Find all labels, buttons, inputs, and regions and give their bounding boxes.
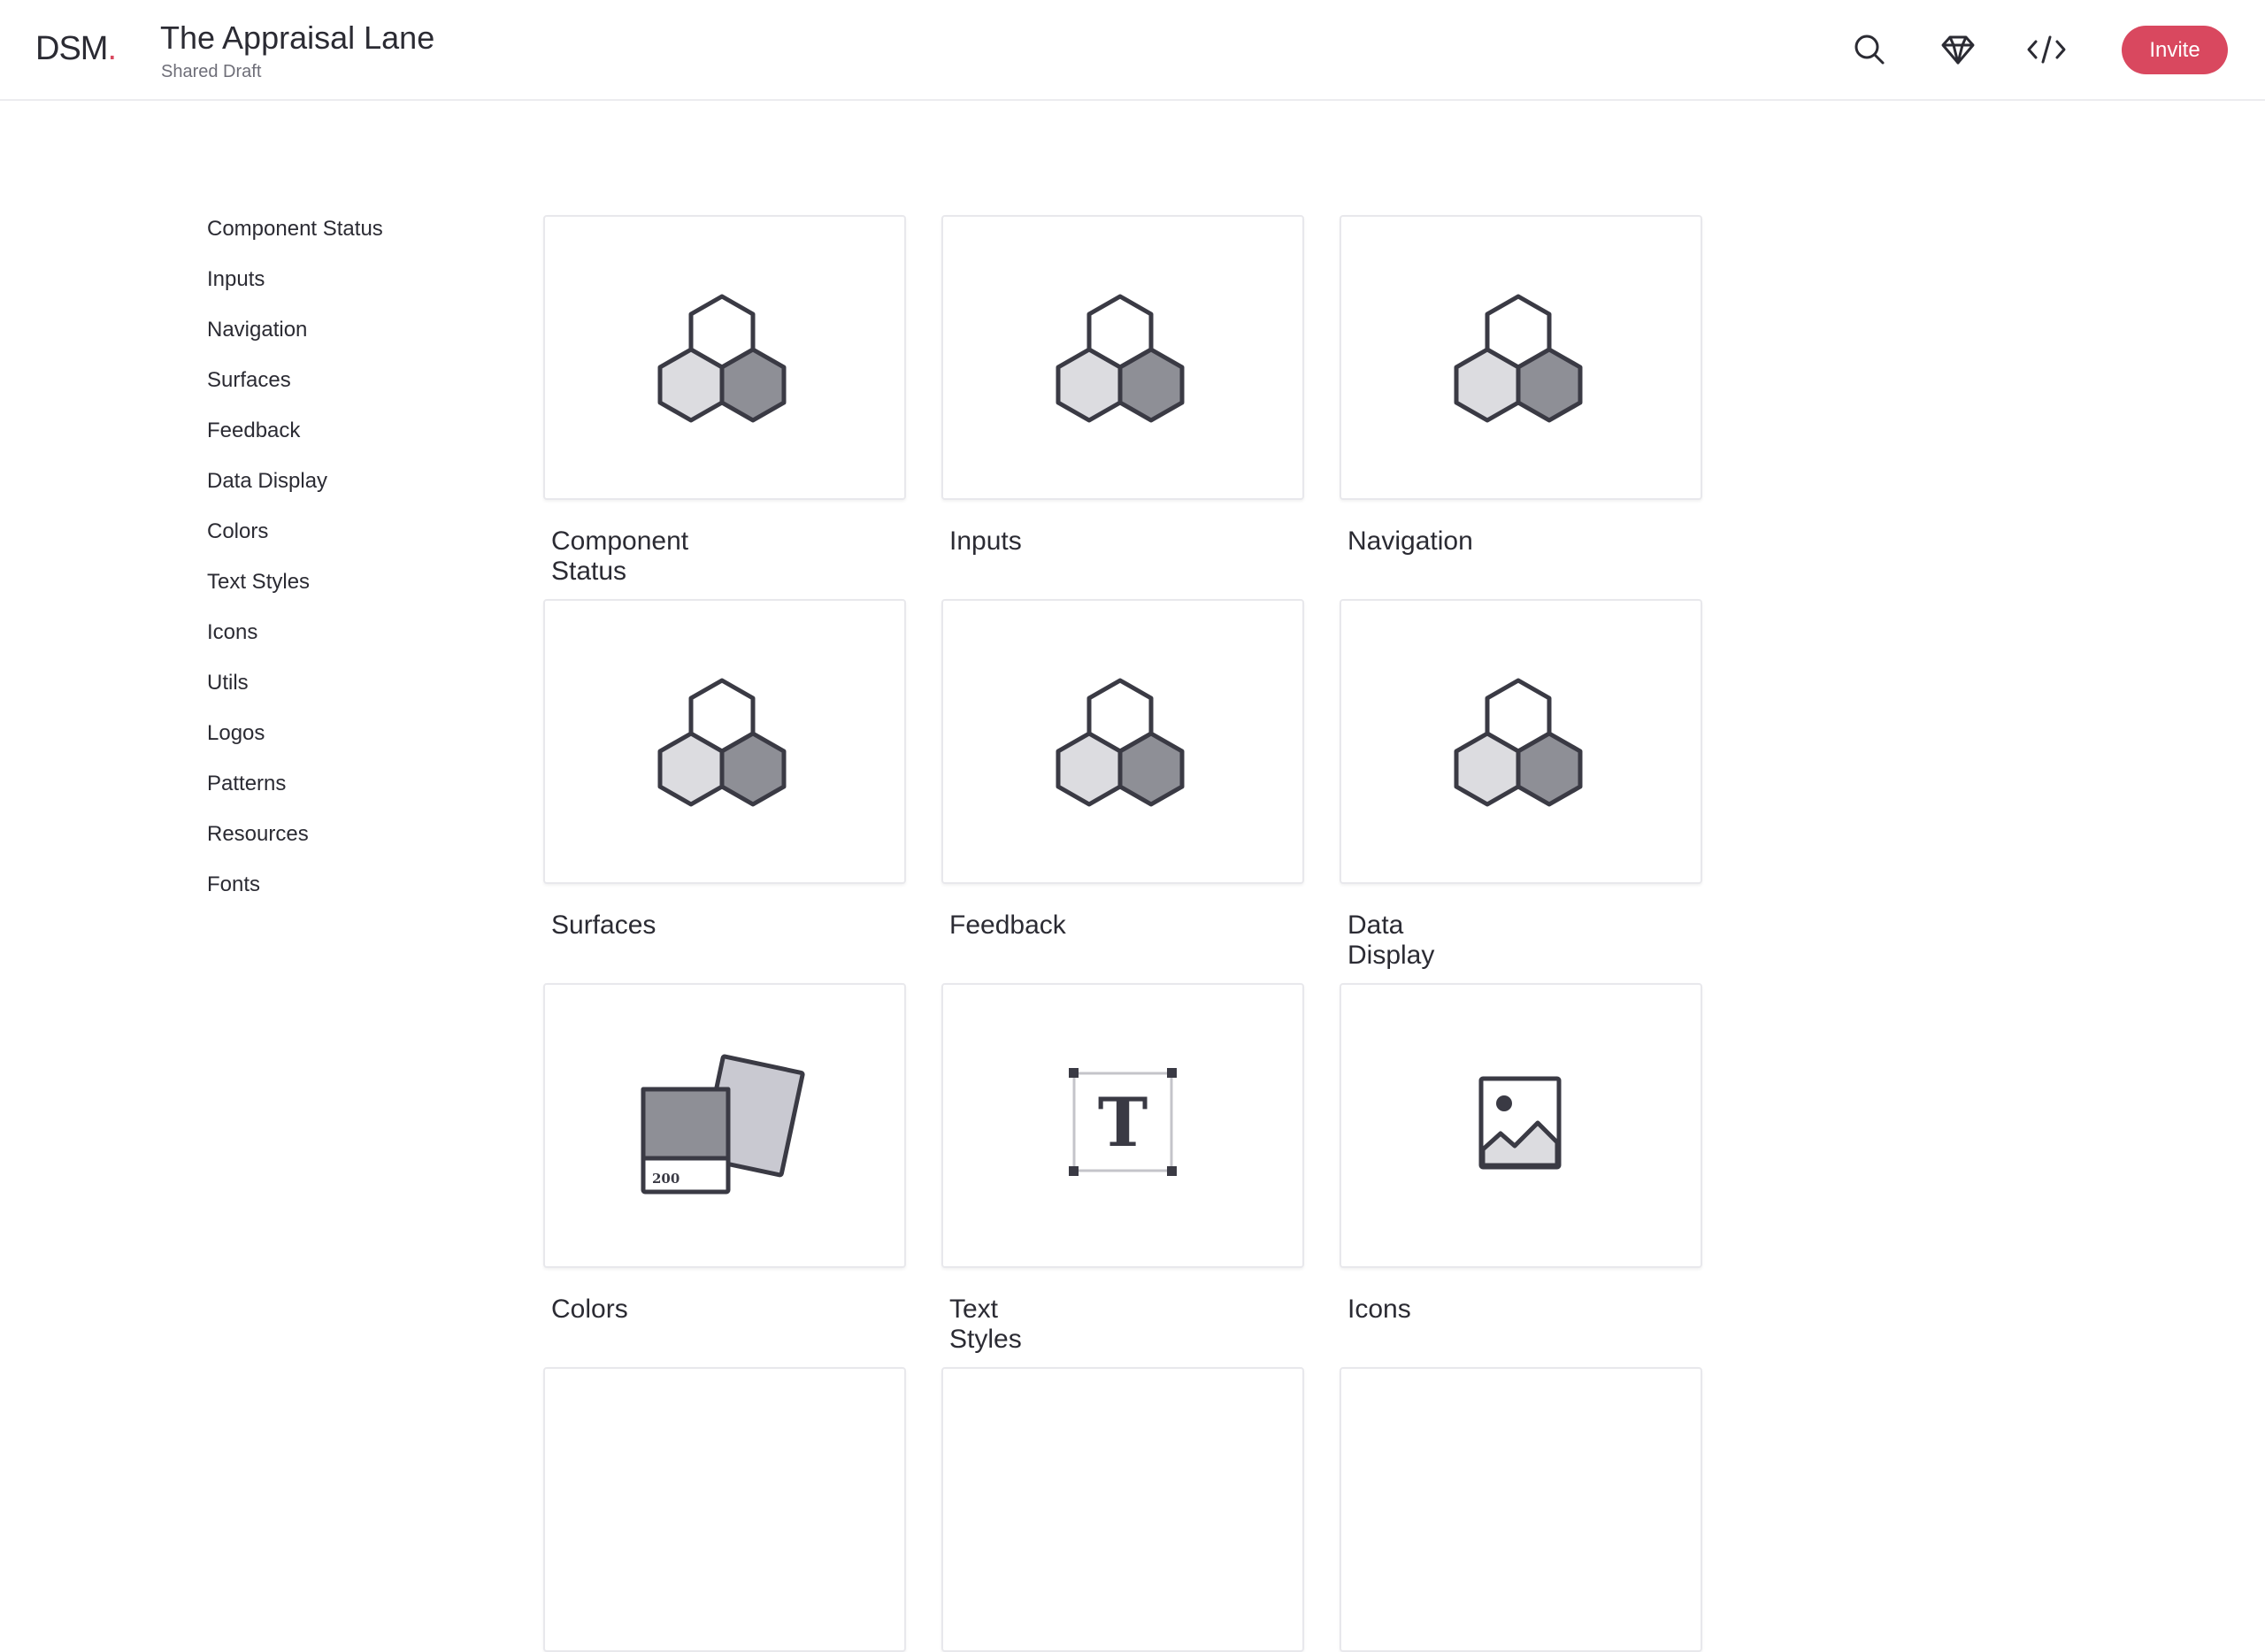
card-logos[interactable]	[941, 1367, 1304, 1652]
hexagon-cluster-icon	[657, 678, 787, 807]
card-patterns[interactable]	[1340, 1367, 1702, 1652]
card-label-surfaces[interactable]: Surfaces	[551, 911, 656, 941]
card-data-display[interactable]	[1340, 599, 1702, 884]
sidebar-item-text-styles[interactable]: Text Styles	[207, 565, 383, 616]
sidebar-item-resources[interactable]: Resources	[207, 818, 383, 868]
sketch-icon[interactable]	[1937, 28, 1979, 71]
color-swatch-icon: 200	[641, 1054, 805, 1195]
invite-button[interactable]: Invite	[2122, 26, 2228, 74]
sidebar-item-colors[interactable]: Colors	[207, 515, 383, 565]
text-style-icon: T	[1069, 1068, 1177, 1176]
sidebar-item-component-status[interactable]: Component Status	[207, 212, 383, 263]
hexagon-cluster-icon	[1454, 678, 1583, 807]
card-icons[interactable]	[1340, 983, 1702, 1268]
card-label-text-styles[interactable]: Text Styles	[949, 1295, 1022, 1355]
search-icon[interactable]	[1848, 28, 1891, 71]
logo-text: DSM	[35, 30, 108, 67]
card-inputs[interactable]	[941, 215, 1304, 500]
sidebar-item-inputs[interactable]: Inputs	[207, 263, 383, 313]
hexagon-cluster-icon	[1056, 678, 1185, 807]
logo-dot: .	[107, 30, 117, 67]
project-title: The Appraisal Lane	[160, 19, 435, 56]
project-subtitle: Shared Draft	[161, 62, 262, 81]
sidebar-item-patterns[interactable]: Patterns	[207, 767, 383, 818]
swatch-label: 200	[652, 1171, 680, 1187]
dsm-logo[interactable]: DSM.	[35, 30, 117, 68]
card-feedback[interactable]	[941, 599, 1304, 884]
sidebar-item-surfaces[interactable]: Surfaces	[207, 364, 383, 414]
sidebar-item-data-display[interactable]: Data Display	[207, 465, 383, 515]
sidebar-item-navigation[interactable]: Navigation	[207, 313, 383, 364]
code-icon[interactable]	[2025, 28, 2068, 71]
hexagon-cluster-icon	[657, 294, 787, 423]
sidebar-item-fonts[interactable]: Fonts	[207, 868, 383, 918]
card-label-feedback[interactable]: Feedback	[949, 911, 1066, 941]
sidebar-item-utils[interactable]: Utils	[207, 666, 383, 717]
hexagon-cluster-icon	[1056, 294, 1185, 423]
card-label-component-status[interactable]: Component Status	[551, 526, 688, 587]
card-label-icons[interactable]: Icons	[1347, 1295, 1411, 1325]
card-utils[interactable]	[543, 1367, 906, 1652]
card-label-navigation[interactable]: Navigation	[1347, 526, 1473, 557]
card-component-status[interactable]	[543, 215, 906, 500]
sidebar-item-icons[interactable]: Icons	[207, 616, 383, 666]
card-label-data-display[interactable]: Data Display	[1347, 911, 1434, 971]
card-navigation[interactable]	[1340, 215, 1702, 500]
top-bar: DSM. The Appraisal Lane Shared Draft Inv…	[0, 0, 2265, 101]
card-text-styles[interactable]: T	[941, 983, 1304, 1268]
image-icon	[1478, 1076, 1562, 1170]
card-label-inputs[interactable]: Inputs	[949, 526, 1022, 557]
card-label-colors[interactable]: Colors	[551, 1295, 628, 1325]
sidebar-nav: Component Status Inputs Navigation Surfa…	[207, 212, 383, 918]
card-surfaces[interactable]	[543, 599, 906, 884]
text-glyph: T	[1098, 1083, 1148, 1162]
sidebar-item-feedback[interactable]: Feedback	[207, 414, 383, 465]
hexagon-cluster-icon	[1454, 294, 1583, 423]
sidebar-item-logos[interactable]: Logos	[207, 717, 383, 767]
card-colors[interactable]: 200	[543, 983, 906, 1268]
